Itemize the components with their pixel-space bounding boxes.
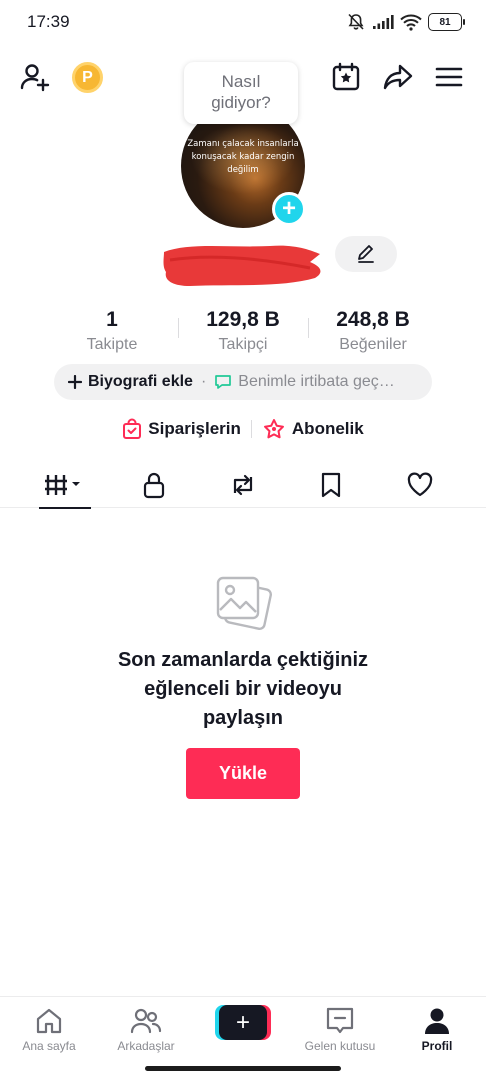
home-icon-wrap [1, 1005, 97, 1037]
tab-liked[interactable] [390, 462, 450, 508]
empty-state-message: Son zamanlarda çektiğiniz eğlenceli bir … [60, 646, 426, 733]
following-label: Takipte [86, 336, 138, 353]
pencil-icon [358, 245, 374, 263]
likes-count: 248,8 B [336, 308, 410, 331]
create-plus-icon: + [219, 1005, 267, 1040]
friends-icon-wrap [98, 1005, 194, 1037]
nav-friends[interactable]: Arkadaşlar [98, 1005, 194, 1053]
following-count: 1 [106, 308, 118, 331]
bubble-line-1: Nasıl [221, 72, 261, 91]
followers-count: 129,8 B [206, 308, 280, 331]
inbox-icon-wrap [292, 1005, 388, 1037]
message-bubble-icon [215, 375, 232, 389]
videos-grid-icon [45, 475, 80, 495]
links-divider [250, 420, 252, 438]
plus-icon [68, 375, 82, 389]
share-profile-button[interactable] [381, 60, 415, 94]
battery-level: 81 [439, 16, 451, 28]
stat-followers[interactable]: 129,8 B Takipçi [188, 308, 298, 356]
shopping-bag-icon [123, 418, 142, 439]
nav-profile-label: Profil [421, 1039, 453, 1053]
contact-me-button[interactable]: Benimle irtibata geç… [214, 373, 395, 391]
empty-line-3: paylaşın [202, 707, 284, 729]
nav-home[interactable]: Ana sayfa [1, 1005, 97, 1053]
tab-videos[interactable] [35, 462, 95, 509]
repost-icon [233, 474, 253, 496]
profile-stats: 1 Takipte 129,8 B Takipçi 248,8 B Beğeni… [0, 308, 486, 356]
subscription-link[interactable]: Abonelik [262, 418, 364, 440]
profile-icon-wrap [389, 1005, 485, 1037]
edit-profile-button[interactable] [335, 236, 397, 272]
avatar-caption: Zamanı çalacak insanlarla konuşacak kada… [187, 139, 299, 175]
wifi-icon [400, 14, 422, 31]
mute-bell-icon [348, 13, 364, 30]
add-friend-button[interactable] [18, 60, 52, 94]
stat-following[interactable]: 1 Takipte [64, 308, 160, 356]
nav-friends-label: Arkadaşlar [117, 1039, 175, 1053]
calendar-button[interactable] [329, 60, 363, 94]
username-redacted [163, 245, 321, 286]
status-bar: 17:39 81 [0, 0, 486, 46]
share-arrow-icon [383, 64, 413, 90]
lock-icon [143, 472, 165, 499]
empty-line-1: Son zamanlarda çektiğiniz [117, 649, 369, 671]
subscription-label: Abonelik [291, 419, 364, 438]
inbox-icon [326, 1007, 354, 1034]
bio-separator: · [200, 373, 207, 390]
coins-button[interactable]: P [72, 62, 103, 93]
active-tab-indicator [39, 507, 91, 509]
signal-icon [373, 15, 394, 29]
create-button[interactable]: + [215, 1005, 271, 1040]
home-indicator[interactable] [145, 1066, 341, 1071]
stat-divider [308, 318, 309, 338]
followers-label: Takipçi [218, 336, 268, 353]
battery-icon: 81 [428, 13, 465, 31]
stat-divider [178, 318, 179, 338]
friends-icon [130, 1008, 162, 1034]
tab-favorites[interactable] [301, 462, 361, 508]
add-bio-button[interactable]: Biyografi ekle [68, 373, 193, 391]
photo-gallery-icon [216, 576, 272, 630]
profile-icon [425, 1008, 449, 1034]
coin-icon: P [82, 68, 93, 86]
nav-profile[interactable]: Profil [389, 1005, 485, 1053]
contact-me-label: Benimle irtibata geç… [238, 373, 395, 390]
heart-icon [407, 472, 433, 497]
empty-line-2: eğlenceli bir videoyu [144, 678, 342, 700]
bookmark-icon [321, 472, 341, 498]
status-time: 17:39 [27, 12, 70, 31]
orders-label: Siparişlerin [148, 419, 241, 438]
orders-link[interactable]: Siparişlerin [122, 418, 241, 440]
bubble-line-2: gidiyor? [211, 93, 271, 112]
menu-button[interactable] [432, 60, 466, 94]
add-bio-label: Biyografi ekle [88, 373, 193, 390]
plus-icon: + [281, 195, 296, 222]
hamburger-menu-icon [435, 67, 463, 87]
likes-label: Beğeniler [339, 336, 407, 353]
nav-inbox-label: Gelen kutusu [304, 1039, 376, 1053]
bio-chip: Biyografi ekle · Benimle irtibata geç… [54, 364, 432, 400]
star-badge-icon [263, 419, 284, 439]
status-icons: 81 [346, 12, 465, 32]
upload-button[interactable]: Yükle [186, 748, 300, 799]
profile-links-row: Siparişlerin Abonelik [0, 416, 486, 442]
status-note-bubble[interactable]: Nasıl gidiyor? [184, 62, 298, 124]
nav-home-label: Ana sayfa [22, 1039, 76, 1053]
tab-reposts[interactable] [213, 462, 273, 508]
tab-private[interactable] [124, 462, 184, 508]
nav-inbox[interactable]: Gelen kutusu [292, 1005, 388, 1053]
stat-likes[interactable]: 248,8 B Beğeniler [318, 308, 428, 356]
home-icon [36, 1008, 62, 1034]
calendar-star-icon [332, 62, 360, 91]
add-avatar-story-button[interactable]: + [272, 192, 306, 226]
add-user-icon [20, 64, 50, 92]
profile-tabs [0, 462, 486, 509]
